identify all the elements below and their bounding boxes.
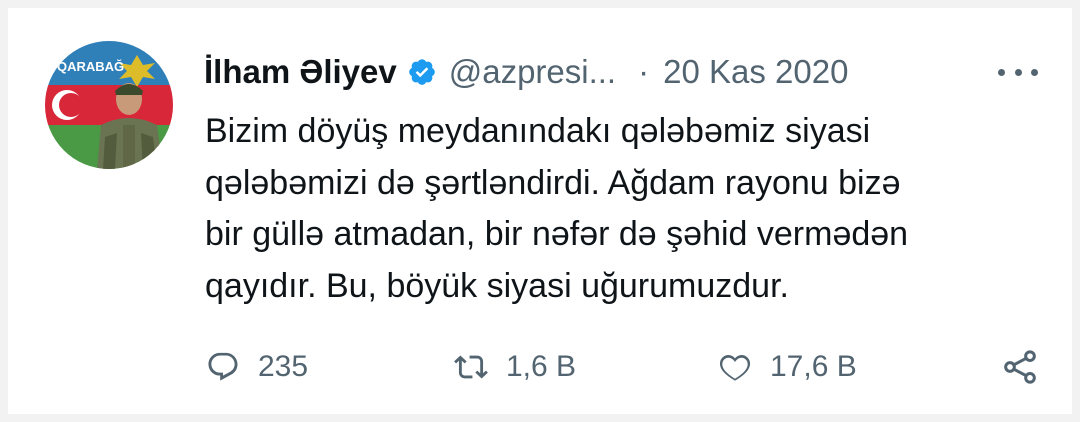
share-icon (1004, 350, 1036, 384)
tweet-text-line: qayıdır. Bu, böyük siyasi uğurumuzdur. (205, 266, 789, 305)
avatar-image: QARABAĞ (45, 41, 173, 169)
reply-bubble-icon (208, 352, 238, 381)
like-count: 17,6 B (770, 350, 857, 383)
tweet-date[interactable]: 20 Kas 2020 (663, 53, 848, 91)
reply-count: 235 (258, 350, 309, 383)
tweet-text-line: bir güllə atmadan, bir nəfər də şəhid ve… (205, 215, 909, 253)
reply-button[interactable]: 235 (206, 344, 308, 390)
retweet-button[interactable]: 1,6 B (454, 344, 576, 390)
more-dots-icon[interactable] (998, 58, 1038, 86)
header-separator: · (638, 53, 650, 90)
like-button[interactable]: 17,6 B (718, 344, 857, 390)
avatar[interactable]: QARABAĞ (45, 41, 173, 169)
tweet-header: İlham Əliyev @azpresi... · 20 Kas 2020 (204, 44, 1044, 100)
display-name[interactable]: İlham Əliyev (204, 53, 397, 91)
share-button[interactable] (1000, 344, 1040, 390)
tweet-text: Bizim döyüş meydanındakı qələbəmiz siyas… (205, 106, 1045, 312)
tweet-text-line: Bizim döyüş meydanındakı qələbəmiz siyas… (205, 112, 871, 150)
retweet-icon (454, 355, 488, 379)
tweet-actions: 235 1,6 B 17,6 B (204, 344, 1044, 390)
tweet-text-line: qələbəmizi də şərtləndirdi. Ağdam rayonu… (205, 163, 901, 202)
user-handle[interactable]: @azpresi... (449, 53, 616, 91)
avatar-badge-text: QARABAĞ (57, 59, 124, 74)
retweet-count: 1,6 B (506, 350, 577, 383)
tweet-card[interactable]: QARABAĞ İlham Əliyev @azpresi... · 20 Ka… (8, 8, 1072, 414)
verified-badge-icon (407, 57, 437, 87)
heart-icon (719, 354, 751, 381)
